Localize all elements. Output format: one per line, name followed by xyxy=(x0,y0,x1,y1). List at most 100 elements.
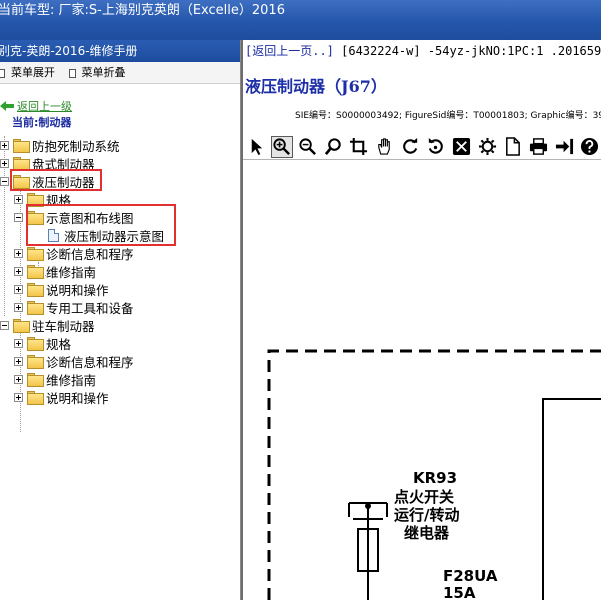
tree-item-diagnostics[interactable]: 诊断信息和程序 xyxy=(14,244,134,262)
tree-item-parking-diagnostics[interactable]: 诊断信息和程序 xyxy=(14,352,134,370)
viewer-toolbar xyxy=(243,134,601,160)
pan-hand-icon xyxy=(378,138,390,155)
tree-item-label: 驻车制动器 xyxy=(32,318,95,334)
crop-tool[interactable] xyxy=(348,136,371,158)
schematic-viewer[interactable]: KR93 点火开关 运行/转动 继电器 F28UA 15A xyxy=(243,161,601,600)
folder-icon xyxy=(13,157,30,171)
tree-toolbar: 菜单展开 菜单折叠 xyxy=(0,62,240,84)
expand-toggle-icon[interactable] xyxy=(14,338,23,348)
zoom-out-tool[interactable] xyxy=(296,136,319,158)
folder-icon xyxy=(27,391,44,405)
back-up-level-link[interactable]: 返回上一级 xyxy=(0,98,72,114)
folder-icon xyxy=(27,283,44,297)
tree-item-repair-guide[interactable]: 维修指南 xyxy=(14,262,96,280)
zoom-fit-tool[interactable] xyxy=(322,136,345,158)
rotate-tool[interactable] xyxy=(399,136,422,158)
document-ids: SIE编号：S0000003492; FigureSid编号：T00001803… xyxy=(295,111,601,121)
tree-item-label: 维修指南 xyxy=(46,372,97,388)
back-page-link[interactable]: [返回上一页..] xyxy=(245,44,334,58)
tree-item-parking-description-operation[interactable]: 说明和操作 xyxy=(14,388,109,406)
back-link-label: 返回上一级 xyxy=(17,100,72,113)
tree-item-parking-repair-guide[interactable]: 维修指南 xyxy=(14,370,96,388)
tree-item-parking-brake[interactable]: 驻车制动器 xyxy=(0,316,95,334)
zoom-out-icon xyxy=(299,138,317,155)
fullscreen-tool[interactable] xyxy=(450,136,473,158)
help-tool[interactable] xyxy=(578,136,601,158)
expand-toggle-icon[interactable] xyxy=(14,266,23,276)
folder-icon xyxy=(27,265,44,279)
expand-toggle-icon[interactable] xyxy=(14,392,23,402)
tree-item-abs[interactable]: 防抱死制动系统 xyxy=(0,136,120,154)
zoom-in-tool[interactable] xyxy=(270,135,294,158)
schematic-block xyxy=(542,398,601,600)
crop-icon xyxy=(350,137,368,156)
window-title-bar: 当前车型: 厂家:S-上海别克英朗（Excelle）2016 xyxy=(0,0,601,40)
document-code: [6432224-w] -54yz-jkNO:1PC:1 .201659 xyxy=(333,44,601,58)
expand-toggle-icon[interactable] xyxy=(14,374,23,384)
current-location: 当前:制动器 xyxy=(12,116,72,129)
tree-item-label: 诊断信息和程序 xyxy=(46,354,134,370)
manual-header-label: 别克-英朗-2016-维修手册 xyxy=(0,44,138,58)
relay-name-line-3: 继电器 xyxy=(404,524,450,542)
folder-icon xyxy=(27,337,44,351)
highlight-box xyxy=(26,204,176,246)
tree-item-label: 维修指南 xyxy=(46,264,97,280)
collapse-icon xyxy=(68,68,76,78)
collapse-toggle-icon[interactable] xyxy=(14,212,23,222)
collapse-toggle-icon[interactable] xyxy=(0,320,9,330)
tree-item-label: 诊断信息和程序 xyxy=(46,246,134,262)
breadcrumb: [返回上一页..] [6432224-w] -54yz-jkNO:1PC:1 .… xyxy=(245,42,601,59)
zoom-fit-icon xyxy=(324,138,341,155)
tree-item-label: 专用工具和设备 xyxy=(46,300,134,316)
collapse-toggle-icon[interactable] xyxy=(0,176,9,186)
export-icon xyxy=(555,138,573,155)
folder-open-icon xyxy=(13,319,30,333)
page-title: 液压制动器（J67） xyxy=(245,77,387,96)
expand-menu-button[interactable]: 菜单展开 xyxy=(0,62,55,84)
help-icon xyxy=(581,137,599,156)
folder-icon xyxy=(27,373,44,387)
collapse-menu-label: 菜单折叠 xyxy=(81,66,126,79)
expand-toggle-icon[interactable] xyxy=(14,248,23,258)
expand-toggle-icon[interactable] xyxy=(14,194,23,204)
highlight-box xyxy=(10,169,102,191)
content-panel: [返回上一页..] [6432224-w] -54yz-jkNO:1PC:1 .… xyxy=(243,40,601,600)
pan-tool[interactable] xyxy=(373,136,396,158)
manual-header: 别克-英朗-2016-维修手册 xyxy=(0,40,240,62)
folder-icon xyxy=(27,355,44,369)
export-tool[interactable] xyxy=(553,136,576,158)
rotate-icon xyxy=(402,137,417,154)
fuse-rating-label: 15A xyxy=(443,584,476,600)
print-tool[interactable] xyxy=(527,136,550,158)
zoom-in-box-icon xyxy=(273,138,291,155)
tree-item-parking-specifications[interactable]: 规格 xyxy=(14,334,71,352)
tree-item-label: 防抱死制动系统 xyxy=(32,138,120,154)
pointer-tool[interactable] xyxy=(245,136,268,158)
back-arrow-icon xyxy=(0,101,14,111)
expand-toggle-icon[interactable] xyxy=(14,356,23,366)
expand-toggle-icon[interactable] xyxy=(14,302,23,312)
fullscreen-icon xyxy=(452,137,471,156)
expand-toggle-icon[interactable] xyxy=(14,284,23,294)
tree-item-label: 说明和操作 xyxy=(46,390,109,406)
fuse-symbol xyxy=(348,502,388,600)
window-title: 当前车型: 厂家:S-上海别克英朗（Excelle）2016 xyxy=(0,3,285,18)
refresh-tool[interactable] xyxy=(425,136,448,158)
settings-gear-icon xyxy=(478,137,496,156)
tree-item-label: 说明和操作 xyxy=(46,282,109,298)
document-tool[interactable] xyxy=(501,136,524,158)
collapse-menu-button[interactable]: 菜单折叠 xyxy=(68,62,126,84)
document-icon xyxy=(506,137,521,156)
folder-icon xyxy=(27,301,44,315)
tree-item-description-operation[interactable]: 说明和操作 xyxy=(14,280,109,298)
folder-icon xyxy=(27,247,44,261)
settings-tool[interactable] xyxy=(476,136,499,158)
expand-toggle-icon[interactable] xyxy=(0,158,9,168)
expand-toggle-icon[interactable] xyxy=(0,140,9,150)
expand-icon xyxy=(0,68,5,78)
tree-item-special-tools[interactable]: 专用工具和设备 xyxy=(14,298,134,316)
pointer-icon xyxy=(251,138,263,156)
left-panel: 别克-英朗-2016-维修手册 菜单展开 菜单折叠 返回上一级 当前:制动器 防… xyxy=(0,40,241,600)
tree-item-label: 规格 xyxy=(46,336,72,352)
folder-icon xyxy=(13,139,30,153)
